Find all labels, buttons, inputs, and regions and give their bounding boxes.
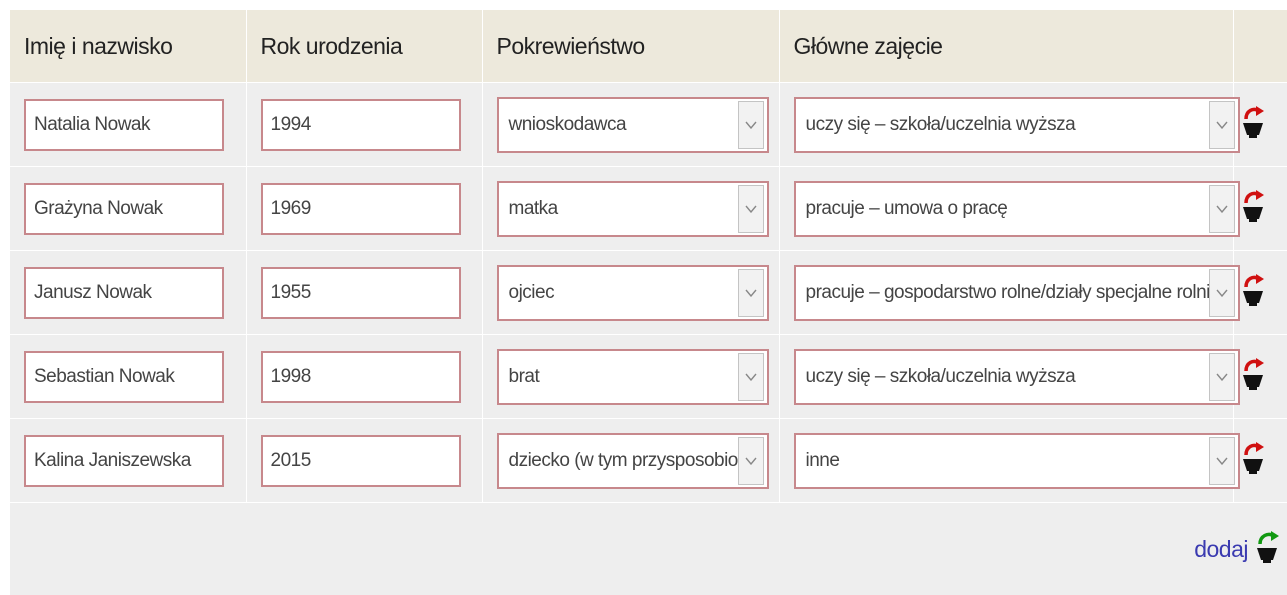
name-input[interactable]: [24, 435, 224, 487]
chevron-down-icon[interactable]: [738, 353, 764, 401]
birth-year-input[interactable]: [261, 267, 461, 319]
birth-year-input[interactable]: [261, 435, 461, 487]
chevron-down-icon[interactable]: [738, 101, 764, 149]
chevron-down-icon[interactable]: [1209, 185, 1235, 233]
chevron-down-icon[interactable]: [738, 437, 764, 485]
header-birth-year: Rok urodzenia: [246, 10, 482, 83]
occupation-select-value: pracuje – umowa o pracę: [796, 198, 1209, 220]
remove-person-icon[interactable]: [1242, 273, 1264, 312]
remove-person-icon[interactable]: [1242, 441, 1264, 480]
relation-select[interactable]: ojciec: [497, 265, 769, 321]
birth-year-input[interactable]: [261, 99, 461, 151]
table-footer-row: dodaj: [10, 503, 1287, 595]
table-row: dziecko (w tym przysposobione) inne: [10, 419, 1287, 503]
chevron-down-icon[interactable]: [1209, 101, 1235, 149]
occupation-select-value: pracuje – gospodarstwo rolne/działy spec…: [796, 282, 1209, 304]
household-members-table-container: Imię i nazwisko Rok urodzenia Pokrewieńs…: [10, 10, 1287, 573]
table-row: matka pracuje – umowa o pracę: [10, 167, 1287, 251]
remove-person-icon[interactable]: [1242, 105, 1264, 144]
remove-person-icon[interactable]: [1242, 357, 1264, 396]
relation-select-value: matka: [499, 198, 738, 220]
remove-person-icon[interactable]: [1242, 189, 1264, 228]
add-row-area: dodaj: [11, 530, 1286, 569]
table-row: wnioskodawca uczy się – szkoła/uczelnia …: [10, 83, 1287, 167]
household-members-table: Imię i nazwisko Rok urodzenia Pokrewieńs…: [10, 10, 1287, 595]
relation-select-value: brat: [499, 366, 738, 388]
relation-select[interactable]: matka: [497, 181, 769, 237]
occupation-select-value: inne: [796, 450, 1209, 472]
birth-year-input[interactable]: [261, 183, 461, 235]
header-actions: [1233, 10, 1287, 83]
add-person-icon[interactable]: [1254, 530, 1280, 569]
chevron-down-icon[interactable]: [1209, 437, 1235, 485]
relation-select-value: dziecko (w tym przysposobione): [499, 450, 738, 472]
occupation-select-value: uczy się – szkoła/uczelnia wyższa: [796, 366, 1209, 388]
header-name: Imię i nazwisko: [10, 10, 246, 83]
chevron-down-icon[interactable]: [1209, 353, 1235, 401]
relation-select[interactable]: wnioskodawca: [497, 97, 769, 153]
table-row: ojciec pracuje – gospodarstwo rolne/dzia…: [10, 251, 1287, 335]
occupation-select[interactable]: pracuje – umowa o pracę: [794, 181, 1240, 237]
name-input[interactable]: [24, 351, 224, 403]
header-occupation: Główne zajęcie: [779, 10, 1233, 83]
add-link[interactable]: dodaj: [1194, 536, 1248, 563]
relation-select-value: wnioskodawca: [499, 114, 738, 136]
table-header-row: Imię i nazwisko Rok urodzenia Pokrewieńs…: [10, 10, 1287, 83]
header-relation: Pokrewieństwo: [482, 10, 779, 83]
name-input[interactable]: [24, 99, 224, 151]
birth-year-input[interactable]: [261, 351, 461, 403]
occupation-select[interactable]: pracuje – gospodarstwo rolne/działy spec…: [794, 265, 1240, 321]
relation-select[interactable]: dziecko (w tym przysposobione): [497, 433, 769, 489]
occupation-select[interactable]: uczy się – szkoła/uczelnia wyższa: [794, 97, 1240, 153]
relation-select-value: ojciec: [499, 282, 738, 304]
chevron-down-icon[interactable]: [1209, 269, 1235, 317]
occupation-select[interactable]: uczy się – szkoła/uczelnia wyższa: [794, 349, 1240, 405]
chevron-down-icon[interactable]: [738, 269, 764, 317]
name-input[interactable]: [24, 267, 224, 319]
table-row: brat uczy się – szkoła/uczelnia wyższa: [10, 335, 1287, 419]
name-input[interactable]: [24, 183, 224, 235]
relation-select[interactable]: brat: [497, 349, 769, 405]
occupation-select-value: uczy się – szkoła/uczelnia wyższa: [796, 114, 1209, 136]
occupation-select[interactable]: inne: [794, 433, 1240, 489]
chevron-down-icon[interactable]: [738, 185, 764, 233]
